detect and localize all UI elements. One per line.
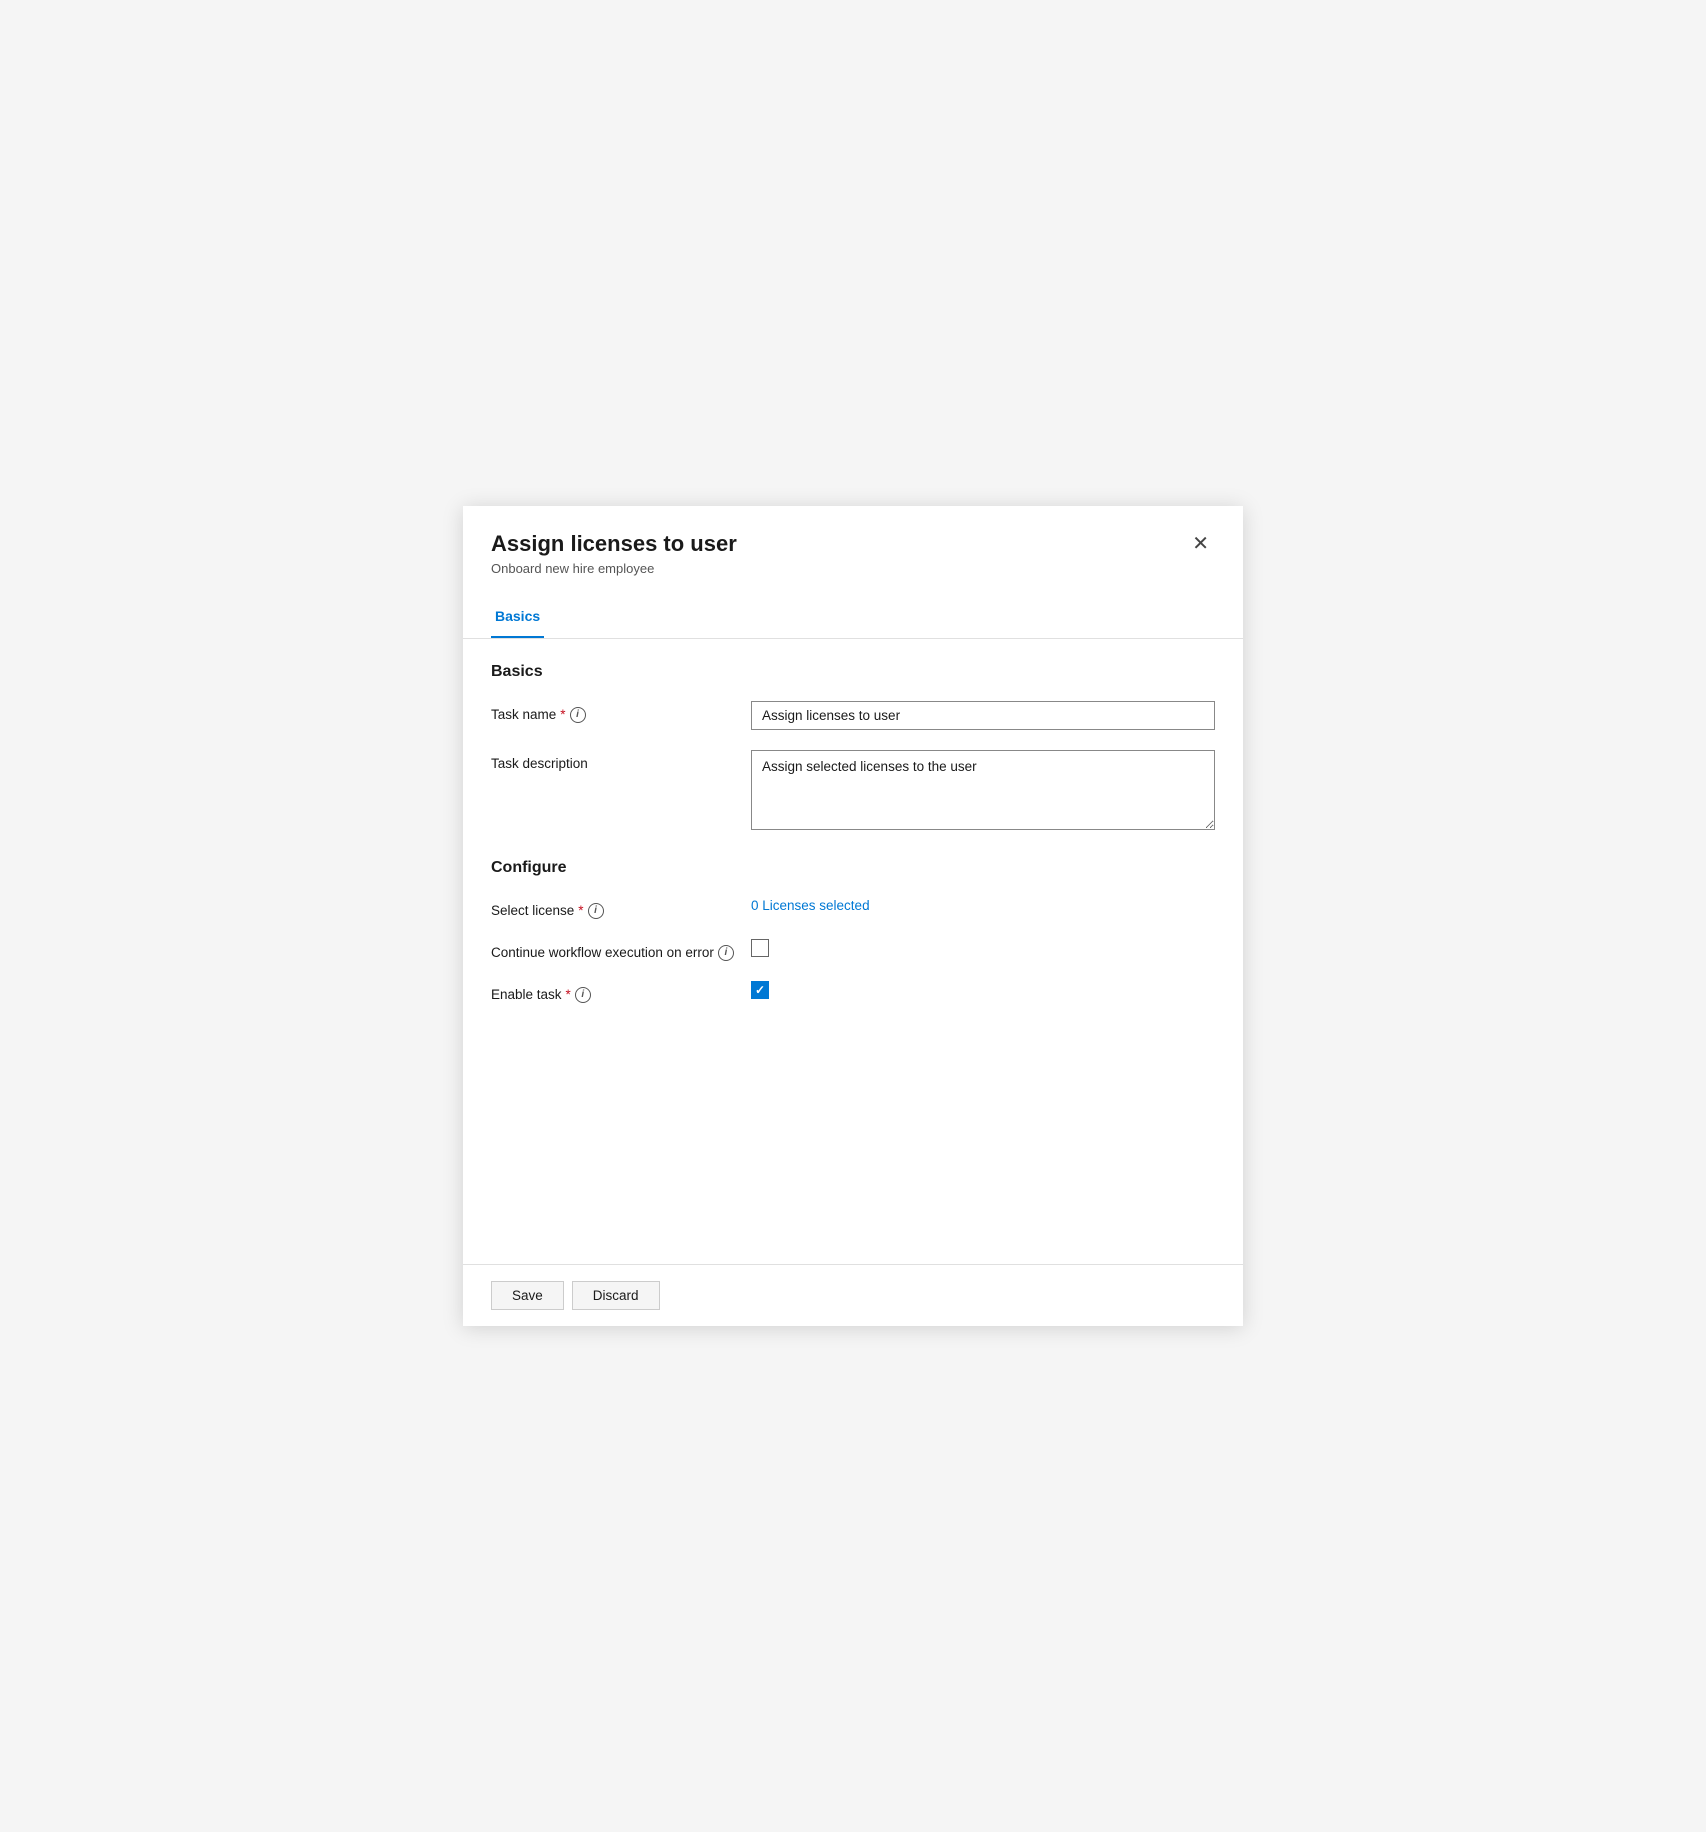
enable-task-checkbox[interactable]: ✓ — [751, 981, 769, 999]
task-description-input[interactable] — [751, 750, 1215, 830]
select-license-row: Select license * i 0 Licenses selected — [491, 897, 1215, 919]
task-description-row: Task description — [491, 750, 1215, 835]
save-button[interactable]: Save — [491, 1281, 564, 1310]
dialog-title: Assign licenses to user — [491, 530, 737, 559]
continue-workflow-label: Continue workflow execution on error i — [491, 939, 751, 961]
enable-task-row: Enable task * i ✓ — [491, 981, 1215, 1003]
tabs-bar: Basics — [463, 584, 1243, 639]
dialog-title-group: Assign licenses to user Onboard new hire… — [491, 530, 737, 576]
close-icon: ✕ — [1192, 534, 1209, 554]
continue-workflow-row: Continue workflow execution on error i — [491, 939, 1215, 961]
assign-licenses-dialog: Assign licenses to user Onboard new hire… — [463, 506, 1243, 1326]
select-license-required: * — [578, 903, 583, 918]
enable-task-label: Enable task * i — [491, 981, 751, 1003]
task-name-label: Task name * i — [491, 701, 751, 723]
task-name-row: Task name * i — [491, 701, 1215, 730]
dialog-subtitle: Onboard new hire employee — [491, 561, 737, 576]
licenses-selected-link[interactable]: 0 Licenses selected — [751, 898, 870, 913]
tab-basics[interactable]: Basics — [491, 600, 544, 638]
select-license-field: 0 Licenses selected — [751, 897, 1215, 915]
enable-task-required: * — [566, 987, 571, 1002]
select-license-label: Select license * i — [491, 897, 751, 919]
basics-section: Basics Task name * i Task description — [491, 663, 1215, 835]
task-name-input[interactable] — [751, 701, 1215, 730]
task-description-field — [751, 750, 1215, 835]
task-description-label: Task description — [491, 750, 751, 771]
select-license-info-icon[interactable]: i — [588, 903, 604, 919]
dialog-content: Basics Task name * i Task description — [463, 639, 1243, 1264]
continue-workflow-info-icon[interactable]: i — [718, 945, 734, 961]
task-name-required: * — [560, 707, 565, 722]
enable-task-field: ✓ — [751, 981, 1215, 999]
checkmark-icon: ✓ — [755, 983, 765, 997]
basics-heading: Basics — [491, 663, 1215, 681]
enable-task-info-icon[interactable]: i — [575, 987, 591, 1003]
task-name-field — [751, 701, 1215, 730]
continue-workflow-checkbox[interactable] — [751, 939, 769, 957]
continue-workflow-field — [751, 939, 1215, 957]
dialog-footer: Save Discard — [463, 1264, 1243, 1326]
task-name-info-icon[interactable]: i — [570, 707, 586, 723]
discard-button[interactable]: Discard — [572, 1281, 660, 1310]
configure-section: Configure Select license * i 0 Licenses … — [491, 859, 1215, 1003]
close-button[interactable]: ✕ — [1186, 530, 1215, 558]
configure-heading: Configure — [491, 859, 1215, 877]
dialog-header: Assign licenses to user Onboard new hire… — [463, 506, 1243, 584]
